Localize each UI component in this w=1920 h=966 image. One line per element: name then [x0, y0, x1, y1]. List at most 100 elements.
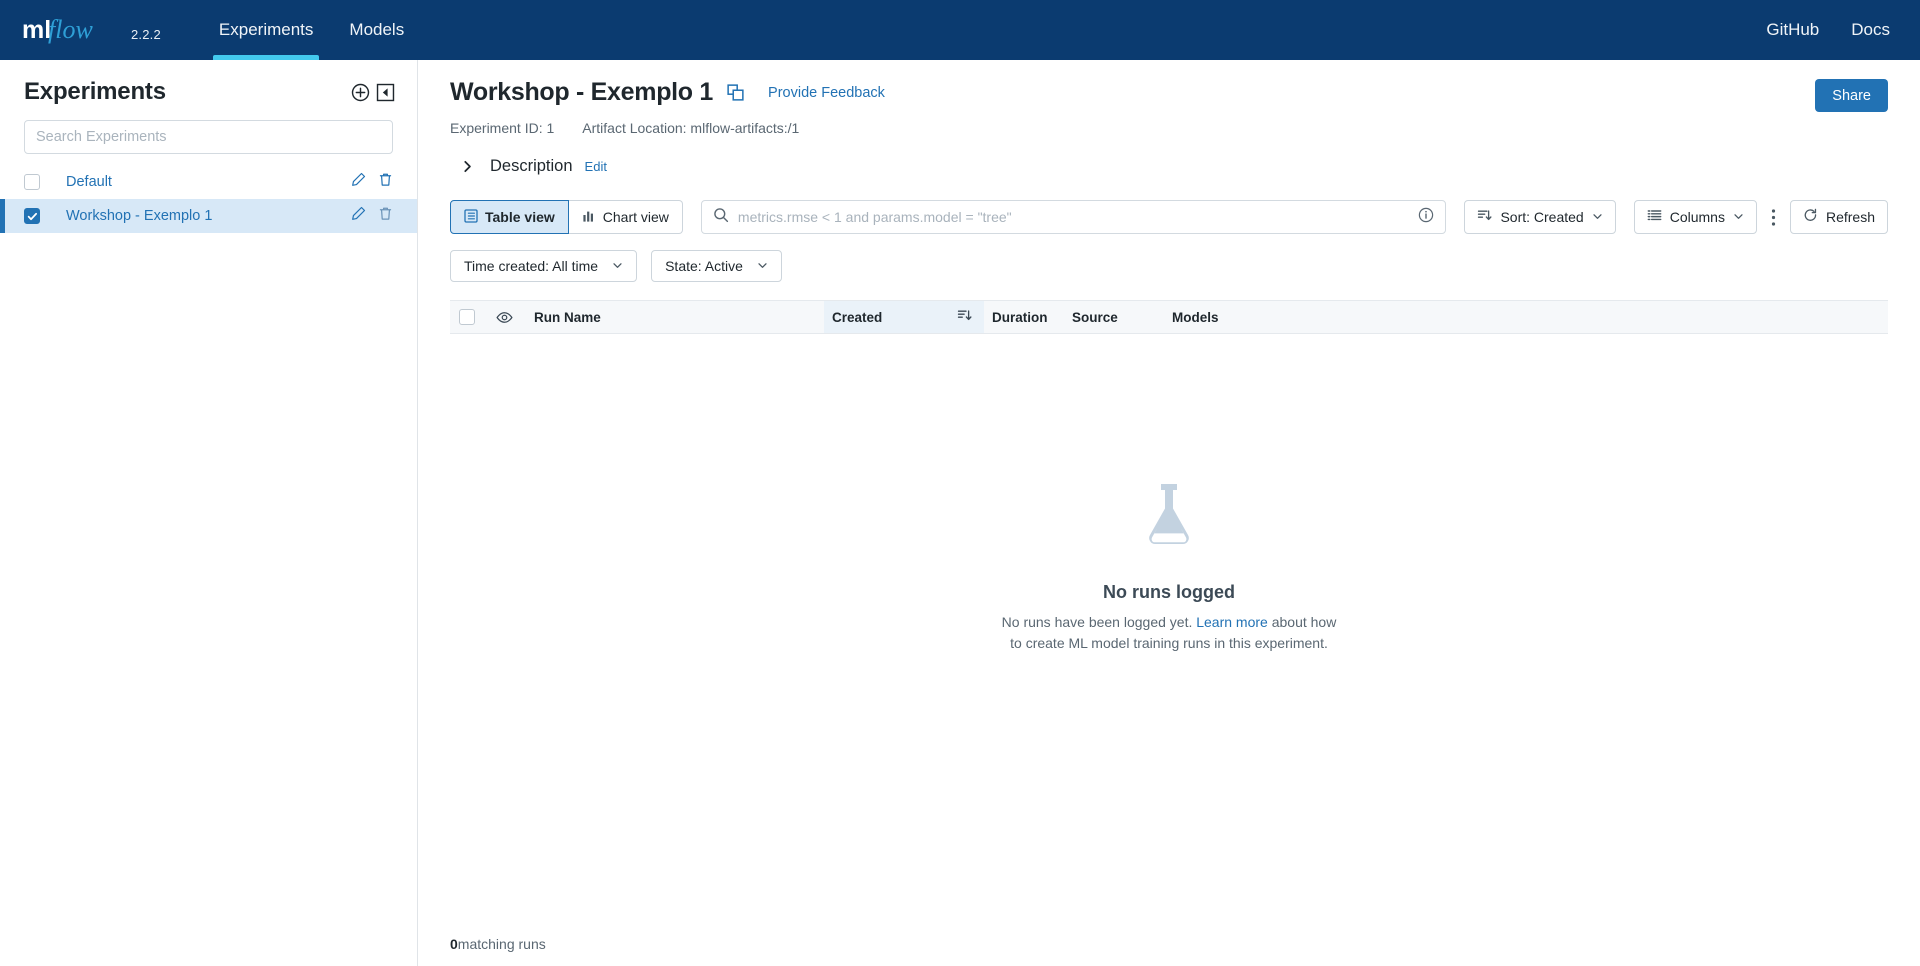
- tab-table-view-label: Table view: [485, 209, 555, 225]
- table-icon: [464, 208, 478, 226]
- main-inner: Workshop - Exemplo 1 Provide Feedback Ex…: [418, 60, 1920, 920]
- experiment-row-actions: [351, 172, 393, 192]
- provide-feedback-link[interactable]: Provide Feedback: [768, 85, 885, 101]
- empty-state-text-before: No runs have been logged yet.: [1001, 614, 1197, 631]
- time-created-filter[interactable]: Time created: All time: [450, 250, 638, 282]
- description-edit-link[interactable]: Edit: [585, 159, 607, 174]
- runs-search-input[interactable]: [737, 209, 1410, 225]
- experiment-title-row: Workshop - Exemplo 1 Provide Feedback: [450, 78, 1888, 107]
- share-button[interactable]: Share: [1815, 79, 1888, 112]
- page-body: Experiments Search Experiments Default W…: [0, 60, 1920, 966]
- main-content: Share Workshop - Exemplo 1 Provide Feedb…: [418, 60, 1920, 966]
- refresh-icon: [1803, 208, 1818, 226]
- sidebar-search-wrap: [0, 120, 417, 154]
- columns-dropdown-label: Columns: [1669, 209, 1725, 225]
- experiment-checkbox[interactable]: [24, 208, 40, 224]
- kebab-menu-icon[interactable]: [1757, 208, 1790, 227]
- description-label: Description: [490, 157, 573, 175]
- experiment-name[interactable]: Default: [66, 174, 351, 190]
- learn-more-link[interactable]: Learn more: [1196, 614, 1268, 630]
- empty-state-title: No runs logged: [1103, 582, 1235, 603]
- nav-link-models[interactable]: Models: [331, 0, 422, 60]
- flask-icon: [1137, 481, 1201, 556]
- sort-dropdown[interactable]: Sort: Created: [1464, 200, 1616, 234]
- mlflow-wordmark-icon: ml flow: [22, 15, 93, 44]
- tab-chart-view[interactable]: Chart view: [568, 200, 683, 234]
- sort-dropdown-label: Sort: Created: [1500, 209, 1584, 225]
- pencil-icon[interactable]: [351, 206, 366, 226]
- pencil-icon[interactable]: [351, 172, 366, 192]
- experiment-name[interactable]: Workshop - Exemplo 1: [66, 208, 351, 224]
- tab-table-view[interactable]: Table view: [450, 200, 569, 234]
- nav-right-links: GitHub Docs: [1766, 0, 1890, 60]
- nav-link-experiments[interactable]: Experiments: [201, 0, 331, 60]
- svg-text:ml: ml: [22, 16, 51, 44]
- chevron-down-icon: [612, 258, 623, 274]
- refresh-button-label: Refresh: [1825, 209, 1875, 225]
- experiment-checkbox[interactable]: [24, 174, 40, 190]
- state-filter-label: State: Active: [665, 258, 743, 274]
- columns-dropdown[interactable]: Columns: [1633, 200, 1757, 234]
- search-experiments-input[interactable]: [24, 120, 393, 154]
- runs-table: Run Name Created Duration Source Models: [450, 300, 1888, 920]
- experiment-meta: Experiment ID: 1 Artifact Location: mlfl…: [450, 120, 1888, 136]
- matching-runs-count: 0: [450, 935, 458, 952]
- page-title: Workshop - Exemplo 1: [450, 78, 714, 106]
- filter-row: Time created: All time State: Active: [450, 250, 1888, 282]
- trash-icon[interactable]: [378, 206, 393, 226]
- column-run-name[interactable]: Run Name: [524, 301, 824, 333]
- column-models[interactable]: Models: [1164, 301, 1284, 333]
- runs-toolbar: Table view Chart view metrics.rmse < 1 a…: [450, 200, 1888, 234]
- collapse-left-icon[interactable]: [376, 83, 395, 102]
- nav-link-github[interactable]: GitHub: [1766, 0, 1819, 60]
- nav-link-docs[interactable]: Docs: [1851, 0, 1890, 60]
- select-all-checkbox[interactable]: [450, 301, 484, 333]
- chart-icon: [582, 209, 596, 226]
- chevron-down-icon: [1592, 209, 1603, 225]
- experiment-list-item-workshop-exemplo-1[interactable]: Workshop - Exemplo 1: [0, 199, 417, 233]
- tab-chart-view-label: Chart view: [602, 209, 669, 225]
- columns-icon: [1647, 208, 1662, 226]
- runs-search-box[interactable]: [700, 200, 1447, 234]
- empty-state: No runs logged No runs have been logged …: [450, 334, 1888, 920]
- artifact-location: Artifact Location: mlflow-artifacts:/1: [582, 120, 800, 136]
- chevron-down-icon: [757, 258, 768, 274]
- top-navbar: ml flow 2.2.2 Experiments Models GitHub …: [0, 0, 1920, 60]
- trash-icon[interactable]: [378, 172, 393, 192]
- sidebar-title: Experiments: [24, 78, 166, 105]
- refresh-button[interactable]: Refresh: [1789, 200, 1888, 234]
- view-toggle-group: Table view Chart view: [450, 200, 683, 234]
- svg-text:flow: flow: [48, 15, 93, 44]
- chevron-down-icon: [1733, 209, 1744, 225]
- experiment-id: Experiment ID: 1: [450, 120, 555, 136]
- chevron-right-icon[interactable]: [455, 158, 480, 175]
- experiment-row-actions: [351, 206, 393, 226]
- sort-descending-icon[interactable]: [957, 308, 972, 326]
- time-created-filter-label: Time created: All time: [464, 258, 599, 274]
- search-icon: [713, 207, 729, 228]
- sidebar-header-actions: [351, 83, 395, 102]
- column-created-label: Created: [832, 309, 883, 325]
- visibility-eye-icon[interactable]: [484, 301, 524, 333]
- copy-icon[interactable]: [727, 84, 744, 101]
- checkbox-box: [459, 309, 475, 325]
- check-icon: [27, 212, 37, 220]
- sidebar-header: Experiments: [0, 78, 417, 106]
- table-header-row: Run Name Created Duration Source Models: [450, 300, 1888, 334]
- nav-links: Experiments Models: [201, 0, 422, 60]
- plus-circle-icon[interactable]: [351, 83, 370, 102]
- sort-icon: [1477, 208, 1492, 226]
- mlflow-logo[interactable]: ml flow 2.2.2: [22, 15, 161, 45]
- experiment-list-item-default[interactable]: Default: [0, 165, 417, 199]
- column-created[interactable]: Created: [824, 301, 984, 333]
- column-duration[interactable]: Duration: [984, 301, 1064, 333]
- state-filter[interactable]: State: Active: [651, 250, 782, 282]
- experiment-list: Default Workshop - Exemplo 1: [0, 165, 417, 233]
- info-circle-icon[interactable]: [1418, 207, 1434, 228]
- experiments-sidebar: Experiments Search Experiments Default W…: [0, 60, 418, 966]
- description-row: Description Edit: [450, 157, 1888, 176]
- runs-count-footer: 0 matching runs: [418, 920, 1920, 966]
- column-source[interactable]: Source: [1064, 301, 1164, 333]
- empty-state-description: No runs have been logged yet. Learn more…: [999, 612, 1339, 653]
- matching-runs-label: matching runs: [457, 935, 546, 952]
